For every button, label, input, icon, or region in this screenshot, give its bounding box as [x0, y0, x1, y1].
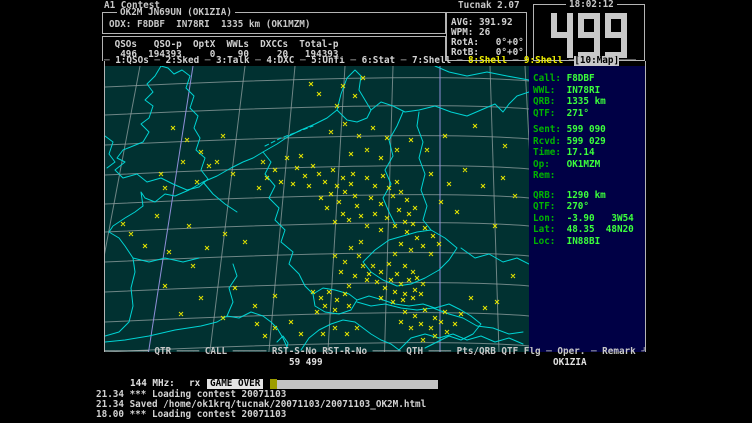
log-line: 18.00 *** Loading contest 20071103: [96, 410, 426, 420]
text-cursor[interactable]: [270, 379, 277, 389]
info-value: IN88BI: [567, 236, 601, 247]
info-value: IN78RI: [567, 85, 601, 96]
info-value: 1290 km: [567, 190, 606, 201]
entry-template-row: ──────── QTR ──── CALL ────── RST-S-No R…: [104, 347, 645, 357]
info-value: -3.90 3W54: [567, 213, 634, 224]
sent-report: 59 499: [289, 358, 323, 368]
info-label: Sent:: [533, 124, 567, 135]
station-box-title: OK2M JN69UN (OK1ZIA): [117, 8, 235, 18]
info-label: Lon:: [533, 213, 567, 224]
info-value: 1335 km: [567, 96, 606, 107]
info-value: 271°: [567, 108, 589, 119]
map-canvas[interactable]: [105, 66, 529, 352]
info-row-loc: Loc: IN88BI: [533, 237, 645, 249]
info-label: Loc:: [533, 236, 567, 247]
info-value: 599 029: [567, 136, 606, 147]
info-value: 599 090: [567, 124, 606, 135]
operator-callsign: OK1ZIA: [553, 358, 587, 368]
info-value: F8DBF: [567, 73, 595, 84]
big-digit-9: [605, 13, 627, 58]
info-label: Time:: [533, 147, 567, 158]
tucnak-application-window: A1 Contest Tucnak 2.07 OK2M JN69UN (OK1Z…: [0, 0, 752, 423]
map-background: [105, 66, 529, 352]
info-row-rem: Rem:: [533, 171, 645, 183]
info-value: 17.14: [567, 147, 595, 158]
odx-line: ODX: F8DBF IN78RI 1335 km (OK1MZM): [109, 20, 311, 30]
info-value: 270°: [567, 201, 589, 212]
station-box: OK2M JN69UN (OK1ZIA) ODX: F8DBF IN78RI 1…: [102, 12, 446, 34]
info-label: QRB:: [533, 96, 567, 107]
info-label: QTF:: [533, 201, 567, 212]
info-row-qtf: QTF: 271°: [533, 109, 645, 121]
band-label: 144 MHz:: [130, 379, 175, 389]
info-label: QRB:: [533, 190, 567, 201]
info-label: Rcvd:: [533, 136, 567, 147]
info-label: Op:: [533, 159, 567, 170]
info-label: Rem:: [533, 170, 567, 181]
big-digit-9: [578, 13, 600, 58]
log-area: 21.34 *** Loading contest 2007110321.34 …: [96, 390, 426, 420]
meters-box: AVG: 391.92WPM: 26RotA: 0°+0°RotB: 0°+0°: [446, 12, 527, 61]
rx-mode-label: rx: [189, 379, 200, 389]
clock-time: 18:02:12: [566, 0, 617, 10]
info-label: QTF:: [533, 108, 567, 119]
app-version-label: Tucnak 2.07: [458, 1, 520, 11]
info-value: 48.35 48N20: [567, 224, 634, 235]
info-value: OK1MZM: [567, 159, 601, 170]
rx-level-bar: [277, 380, 438, 389]
status-message: GAME OVER: [207, 379, 263, 389]
info-label: WWL:: [533, 85, 567, 96]
big-digit-4: [551, 13, 573, 58]
meter-row-avg: AVG: 391.92: [451, 13, 526, 28]
info-label: Call:: [533, 73, 567, 84]
qso-info-panel: Call: F8DBFWWL: IN78RIQRB: 1335 kmQTF: 2…: [529, 66, 645, 352]
info-label: Lat:: [533, 224, 567, 235]
qso-big-counter: [533, 13, 645, 58]
